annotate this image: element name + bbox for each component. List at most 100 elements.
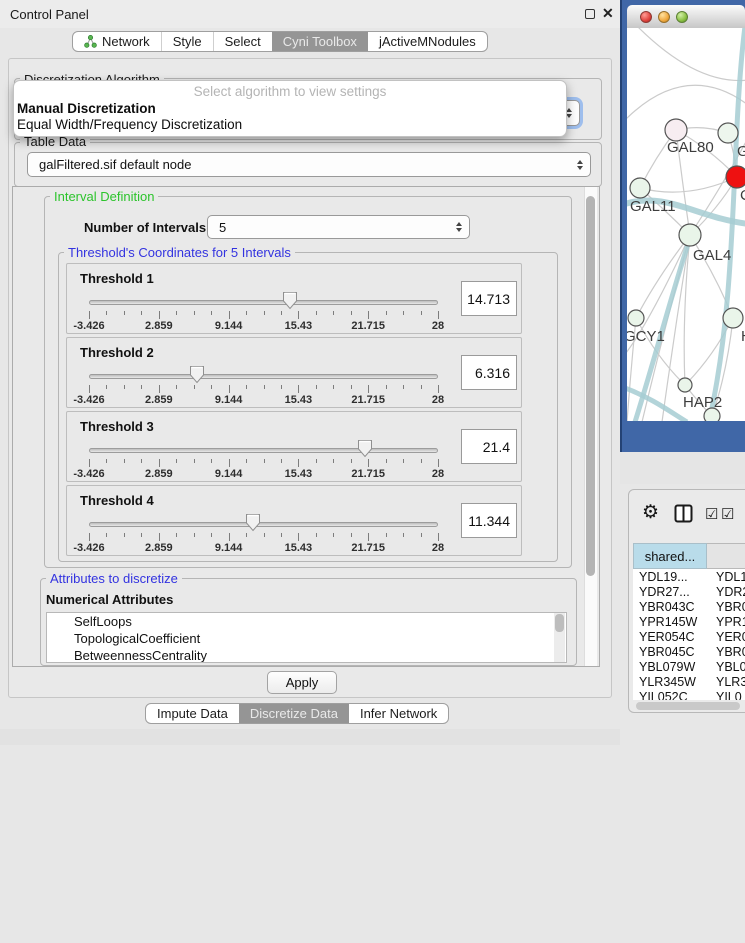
network-window-titlebar[interactable] bbox=[627, 5, 745, 28]
float-window-icon[interactable] bbox=[585, 9, 595, 19]
tick-mark bbox=[438, 533, 439, 541]
table-row[interactable]: YBR045CYBR0 bbox=[633, 644, 745, 659]
network-node[interactable] bbox=[723, 308, 743, 328]
attribute-list-item[interactable]: TopologicalCoefficient bbox=[47, 630, 566, 647]
table-cell[interactable]: YBR0 bbox=[707, 645, 745, 659]
network-node[interactable] bbox=[678, 378, 692, 392]
tab-select[interactable]: Select bbox=[213, 32, 272, 51]
dropdown-option-manual-discretization[interactable]: Manual Discretization bbox=[14, 101, 566, 117]
threshold-value-field[interactable]: 6.316 bbox=[461, 355, 517, 390]
table-cell[interactable]: YBR043C bbox=[633, 600, 707, 614]
tick-mark bbox=[438, 459, 439, 467]
close-traffic-light-icon[interactable] bbox=[640, 11, 652, 23]
table-cell[interactable]: YDL19... bbox=[633, 570, 707, 584]
network-node[interactable] bbox=[718, 123, 738, 143]
column-header-shared-name[interactable]: shared... bbox=[633, 543, 707, 569]
panel-title: Control Panel bbox=[10, 7, 89, 22]
threshold-value-field[interactable]: 21.4 bbox=[461, 429, 517, 464]
close-icon[interactable]: ✕ bbox=[602, 5, 614, 22]
table-data-select[interactable]: galFiltered.sif default node bbox=[27, 152, 591, 177]
zoom-traffic-light-icon[interactable] bbox=[676, 11, 688, 23]
tick-mark bbox=[333, 311, 334, 315]
table-cell[interactable]: YIL0 bbox=[707, 690, 742, 701]
gear-icon[interactable]: ⚙ bbox=[642, 501, 659, 524]
network-node[interactable] bbox=[679, 224, 701, 246]
tab-impute-data[interactable]: Impute Data bbox=[146, 704, 239, 723]
slider-track[interactable] bbox=[89, 374, 438, 379]
attribute-list-item[interactable]: SelfLoops bbox=[47, 613, 566, 630]
attributes-group-title: Attributes to discretize bbox=[46, 571, 182, 586]
slider-thumb[interactable] bbox=[282, 291, 298, 310]
threshold-value-field[interactable]: 11.344 bbox=[461, 503, 517, 538]
apply-button[interactable]: Apply bbox=[267, 671, 337, 694]
table-cell[interactable]: YLR3 bbox=[707, 675, 745, 689]
network-node[interactable] bbox=[630, 178, 650, 198]
slider-track[interactable] bbox=[89, 300, 438, 305]
vertical-scrollbar-thumb[interactable] bbox=[586, 196, 595, 576]
scale-label: 21.715 bbox=[351, 468, 385, 480]
slider-track[interactable] bbox=[89, 448, 438, 453]
tab-jactivemnodules[interactable]: jActiveMNodules bbox=[368, 32, 487, 51]
slider-track[interactable] bbox=[89, 522, 438, 527]
table-cell[interactable]: YBR0 bbox=[707, 600, 745, 614]
checkbox-icon[interactable]: ☑ bbox=[705, 505, 718, 523]
table-row[interactable]: YBL079WYBL0 bbox=[633, 659, 745, 674]
threshold-value-field[interactable]: 14.713 bbox=[461, 281, 517, 316]
table-row[interactable]: YER054CYER0 bbox=[633, 629, 745, 644]
table-cell[interactable]: YER0 bbox=[707, 630, 745, 644]
table-header-row: shared... na bbox=[633, 543, 745, 569]
tab-style[interactable]: Style bbox=[161, 32, 213, 51]
algorithm-dropdown-popup: Select algorithm to view settings Manual… bbox=[13, 80, 567, 137]
tick-mark bbox=[333, 385, 334, 389]
table-cell[interactable]: YBL079W bbox=[633, 660, 707, 674]
dropdown-option-equal-width[interactable]: Equal Width/Frequency Discretization bbox=[14, 117, 566, 133]
network-node[interactable] bbox=[628, 310, 644, 326]
table-body[interactable]: YDL19...YDL1YDR27...YDR2YBR043CYBR0YPR14… bbox=[633, 569, 745, 700]
table-row[interactable]: YPR145WYPR1 bbox=[633, 614, 745, 629]
network-canvas[interactable]: GAL80GACGAL11GAL4GCY1HHAP2 bbox=[627, 28, 745, 421]
slider-thumb[interactable] bbox=[357, 439, 373, 458]
table-row[interactable]: YLR345WYLR3 bbox=[633, 674, 745, 689]
table-row[interactable]: YIL052CYIL0 bbox=[633, 689, 745, 700]
threshold-slider[interactable]: -3.4262.8599.14415.4321.71528 bbox=[89, 512, 438, 552]
threshold-slider[interactable]: -3.4262.8599.14415.4321.71528 bbox=[89, 290, 438, 330]
table-row[interactable]: YDL19...YDL1 bbox=[633, 569, 745, 584]
tab-discretize-data[interactable]: Discretize Data bbox=[239, 704, 349, 723]
table-row[interactable]: YBR043CYBR0 bbox=[633, 599, 745, 614]
scale-label: 21.715 bbox=[351, 320, 385, 332]
threshold-slider[interactable]: -3.4262.8599.14415.4321.71528 bbox=[89, 438, 438, 478]
tab-cyni-toolbox[interactable]: Cyni Toolbox bbox=[272, 32, 368, 51]
minimize-traffic-light-icon[interactable] bbox=[658, 11, 670, 23]
network-node[interactable] bbox=[704, 408, 720, 421]
attribute-list-item[interactable]: BetweennessCentrality bbox=[47, 647, 566, 663]
table-cell[interactable]: YBR045C bbox=[633, 645, 707, 659]
threshold-slider[interactable]: -3.4262.8599.14415.4321.71528 bbox=[89, 364, 438, 404]
tab-infer-network[interactable]: Infer Network bbox=[349, 704, 448, 723]
slider-thumb[interactable] bbox=[245, 513, 261, 532]
scale-label: 2.859 bbox=[145, 320, 173, 332]
network-node[interactable] bbox=[665, 119, 687, 141]
tick-mark bbox=[124, 385, 125, 389]
checkbox-icon[interactable]: ☑ bbox=[721, 505, 734, 523]
numerical-attributes-list[interactable]: SelfLoopsTopologicalCoefficientBetweenne… bbox=[46, 612, 567, 663]
table-cell[interactable]: YDL1 bbox=[707, 570, 745, 584]
slider-thumb[interactable] bbox=[189, 365, 205, 384]
attributes-scrollbar-thumb[interactable] bbox=[555, 614, 564, 632]
table-cell[interactable]: YPR1 bbox=[707, 615, 745, 629]
column-header-name[interactable]: na bbox=[707, 543, 745, 569]
table-cell[interactable]: YDR27... bbox=[633, 585, 707, 599]
table-cell[interactable]: YLR345W bbox=[633, 675, 707, 689]
horizontal-scrollbar-thumb[interactable] bbox=[636, 702, 740, 710]
tab-network[interactable]: Network bbox=[73, 32, 161, 51]
split-view-icon[interactable] bbox=[674, 504, 693, 523]
number-of-intervals-select[interactable]: 5 bbox=[207, 215, 470, 239]
table-cell[interactable]: YDR2 bbox=[707, 585, 745, 599]
table-row[interactable]: YDR27...YDR2 bbox=[633, 584, 745, 599]
table-cell[interactable]: YER054C bbox=[633, 630, 707, 644]
network-node-label: H bbox=[741, 328, 745, 345]
table-cell[interactable]: YPR145W bbox=[633, 615, 707, 629]
table-cell[interactable]: YIL052C bbox=[633, 690, 707, 701]
tick-mark bbox=[421, 311, 422, 315]
table-cell[interactable]: YBL0 bbox=[707, 660, 745, 674]
network-node[interactable] bbox=[726, 166, 745, 188]
